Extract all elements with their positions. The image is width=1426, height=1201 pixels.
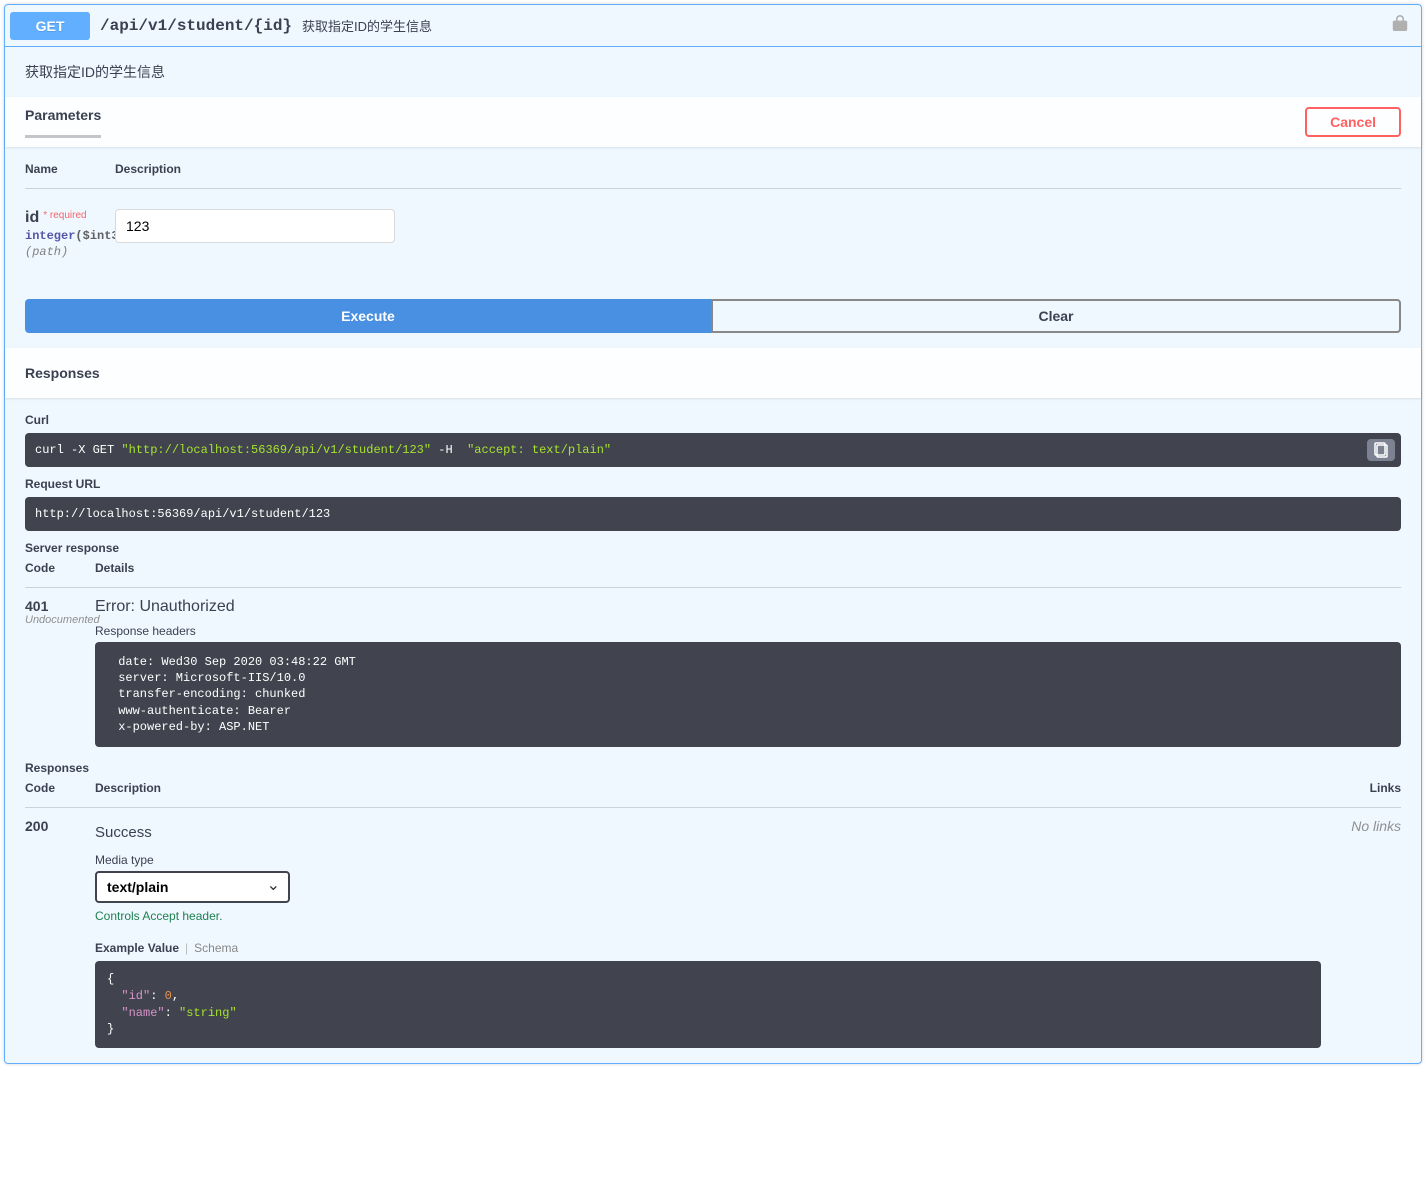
documented-responses-label: Responses [25,761,1401,775]
example-value-tab[interactable]: Example Value [95,941,179,955]
operation-path: /api/v1/student/{id} [90,17,292,35]
parameters-table: Name Description id* required integer($i… [5,147,1421,279]
undocumented-label: Undocumented [25,614,95,626]
curl-label: Curl [25,413,1401,427]
operation-title: 获取指定ID的学生信息 [292,16,432,35]
col-header-links: Links [1321,781,1401,795]
responses-header: Responses [5,348,1421,398]
media-type-select[interactable]: text/plain [95,871,290,903]
no-links-text: No links [1321,818,1401,1048]
col-header-name: Name [25,162,115,176]
param-type: integer [25,229,75,243]
param-in: (path) [25,243,115,259]
response-headers-block: date: Wed30 Sep 2020 03:48:22 GMT server… [95,642,1401,747]
documented-code: 200 [25,818,95,1048]
request-url-block: http://localhost:56369/api/v1/student/12… [25,497,1401,531]
param-name: id [25,209,39,226]
clear-button[interactable]: Clear [711,299,1401,333]
col-header-description: Description [115,162,1401,176]
accept-header-note: Controls Accept header. [95,909,1321,923]
operation-summary[interactable]: GET /api/v1/student/{id} 获取指定ID的学生信息 [5,5,1421,47]
col-header-code2: Code [25,781,95,795]
col-header-description2: Description [95,781,1321,795]
responses-area: Curl curl -X GET "http://localhost:56369… [5,398,1421,1063]
example-value-block: { "id": 0, "name": "string" } [95,961,1321,1048]
media-type-label: Media type [95,853,1321,867]
documented-description: Success [95,824,1321,841]
execute-button[interactable]: Execute [25,299,711,333]
parameters-tab[interactable]: Parameters [25,107,101,138]
method-badge: GET [10,12,90,40]
schema-tab[interactable]: Schema [194,941,238,955]
parameter-row: id* required integer($int32) (path) [25,199,1401,259]
error-message: Error: Unauthorized [95,598,1401,616]
operation-block: GET /api/v1/student/{id} 获取指定ID的学生信息 获取指… [4,4,1422,1064]
request-url-label: Request URL [25,477,1401,491]
lock-icon[interactable] [1384,10,1416,41]
response-headers-label: Response headers [95,624,1401,638]
operation-description: 获取指定ID的学生信息 [5,47,1421,97]
param-id-input[interactable] [115,209,395,243]
response-code: 401 [25,598,95,614]
copy-icon[interactable] [1367,439,1395,461]
required-marker: * required [39,210,86,221]
col-header-code: Code [25,561,95,575]
responses-label: Responses [25,365,100,381]
col-header-details: Details [95,561,1401,575]
operation-body: 获取指定ID的学生信息 Parameters Cancel Name Descr… [5,47,1421,1063]
cancel-button[interactable]: Cancel [1305,107,1401,137]
parameters-header: Parameters Cancel [5,97,1421,147]
action-buttons: Execute Clear [5,279,1421,348]
server-response-label: Server response [25,541,1401,555]
curl-block: curl -X GET "http://localhost:56369/api/… [25,433,1401,467]
